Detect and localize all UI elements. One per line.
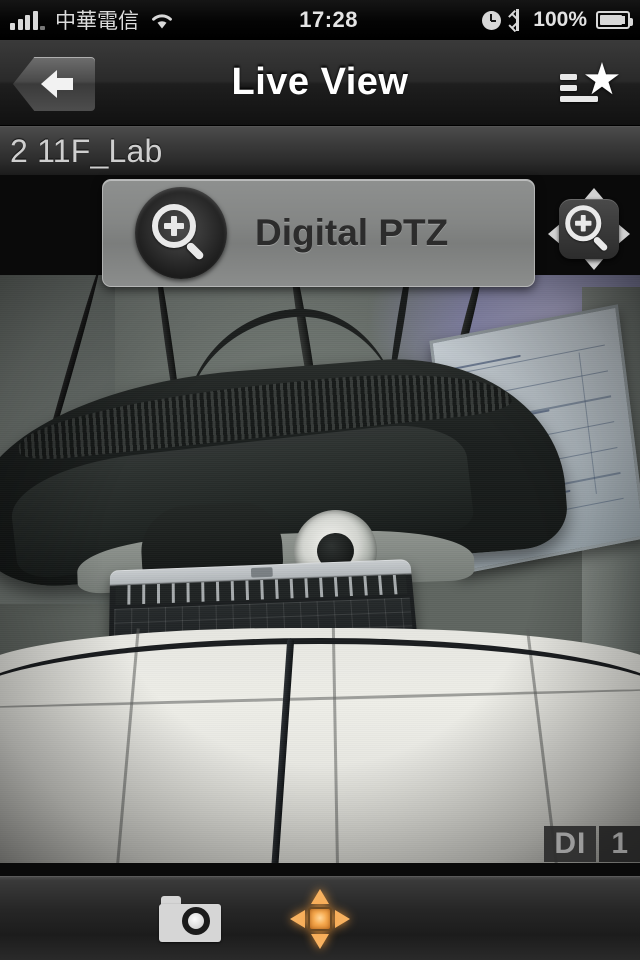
ptz-control-button[interactable] [260,877,380,960]
status-bar-center: 17:28 [175,7,482,33]
video-frame[interactable] [0,275,640,863]
digital-ptz-zoom-icon[interactable] [559,199,619,259]
digital-ptz-button[interactable] [546,186,632,272]
carrier-name: 中華電信 [55,9,139,33]
bluetooth-icon [508,9,524,32]
alarm-clock-icon [482,10,502,30]
camera-scene-image [0,275,640,863]
battery-percent-label: 100% [533,8,587,31]
status-bar-left: 中華電信 [0,5,175,35]
camera-snapshot-icon [159,896,221,942]
star-icon: ★ [582,55,622,104]
di-status-overlay: DI 1 [544,826,640,862]
status-bar: 中華電信 17:28 100% [0,0,640,40]
ptz-direction-pad-icon [290,889,350,949]
favorites-button[interactable]: ★ [560,55,622,108]
status-bar-right: 100% [482,8,640,32]
di-value: 1 [599,826,640,862]
status-bar-clock: 17:28 [299,7,359,32]
navigation-bar: Live View ★ [0,40,640,126]
battery-icon [596,11,633,29]
camera-label-bar: 2 11F_Lab [0,126,640,175]
bottom-toolbar [0,876,640,960]
di-badge: DI [544,826,597,862]
live-view-screen: 中華電信 17:28 100% Live View ★ 2 11F_Lab DI… [0,0,640,960]
signal-bars-icon [10,10,45,30]
wifi-icon [152,14,172,29]
magnifier-plus-icon [135,187,227,279]
camera-name-label: 2 11F_Lab [10,132,163,169]
digital-ptz-toast-label: Digital PTZ [255,212,449,253]
page-title: Live View [231,61,409,103]
digital-ptz-toast[interactable]: Digital PTZ [102,179,535,287]
snapshot-button[interactable] [130,877,250,960]
